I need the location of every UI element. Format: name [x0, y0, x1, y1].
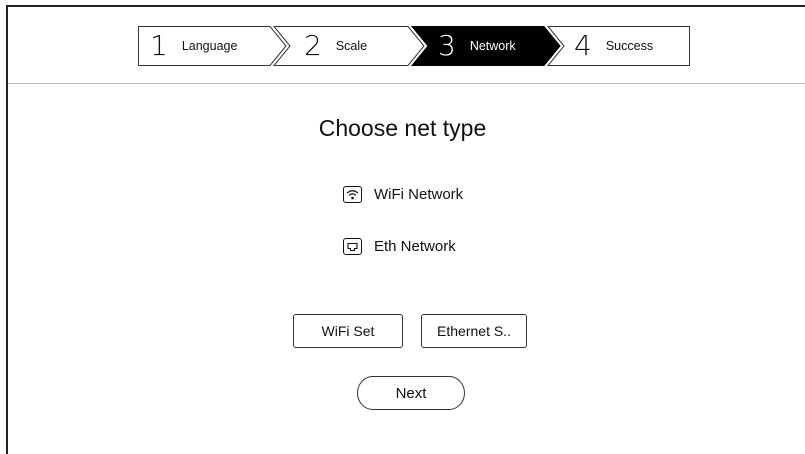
- next-button-label: Next: [395, 384, 427, 402]
- wifi-set-button[interactable]: WiFi Set: [293, 314, 403, 348]
- option-wifi-network[interactable]: WiFi Network: [343, 186, 463, 203]
- step-3-number: 3: [438, 29, 456, 62]
- step-4-number: 4: [574, 29, 592, 62]
- step-2-number: 2: [304, 29, 322, 62]
- page-title: Choose net type: [318, 115, 487, 141]
- wizard-step-4: 4 Success: [574, 26, 653, 66]
- window-frame-left: [6, 5, 8, 454]
- ethernet-set-button[interactable]: Ethernet S..: [421, 314, 527, 348]
- wizard-step-2: 2 Scale: [304, 26, 367, 66]
- wizard-step-1: 1 Language: [150, 26, 237, 66]
- window-frame-top: [6, 5, 805, 7]
- wizard-progress: 1 Language 2 Scale 3 Network 4 Success: [138, 26, 690, 66]
- header-divider: [8, 83, 805, 84]
- wifi-icon: [343, 186, 362, 203]
- ethernet-port-icon: [343, 238, 362, 255]
- step-3-label: Network: [469, 39, 516, 53]
- step-2-label: Scale: [335, 39, 368, 53]
- next-button[interactable]: Next: [357, 376, 465, 410]
- wizard-step-3: 3 Network: [438, 26, 516, 66]
- step-4-label: Success: [605, 39, 654, 53]
- step-1-label: Language: [181, 39, 238, 53]
- option-eth-network[interactable]: Eth Network: [343, 238, 456, 255]
- option-wifi-label: WiFi Network: [374, 186, 464, 203]
- step-1-number: 1: [150, 29, 168, 62]
- option-eth-label: Eth Network: [374, 238, 456, 255]
